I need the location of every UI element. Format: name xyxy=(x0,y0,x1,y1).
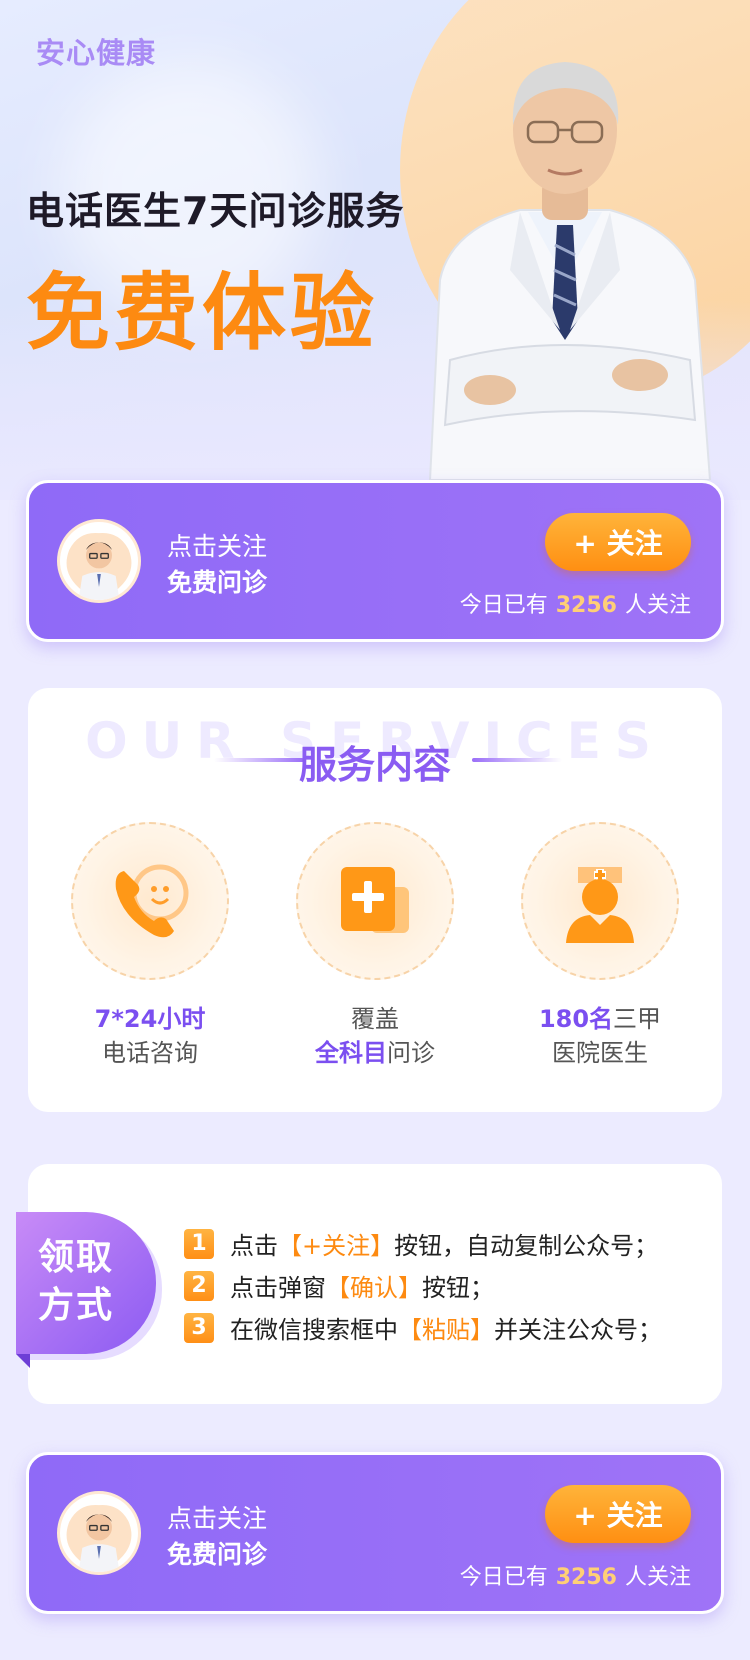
follow-count-suffix: 人关注 xyxy=(624,593,691,618)
hero-title: 免费体验 xyxy=(26,264,379,362)
service-coverage-line2: 问诊 xyxy=(387,1039,435,1067)
claim-step-3: 3 在微信搜索框中 【粘贴】 并关注公众号； xyxy=(184,1310,662,1345)
step-number: 2 xyxy=(184,1270,214,1301)
service-doctors-line1-highlight: 180名 xyxy=(538,1005,614,1033)
step-text: 点击 xyxy=(230,1232,278,1260)
claim-step-2: 2 点击弹窗 【确认】 按钮； xyxy=(184,1268,494,1303)
follow-count-prefix: 今日已有 xyxy=(459,593,548,618)
service-doctors-line1: 三甲 xyxy=(613,1005,662,1033)
follow-count-text: 今日已有 3256 人关注 xyxy=(460,1559,691,1591)
step-highlight: 【+关注】 xyxy=(278,1232,395,1260)
claim-tag: 领取 方式 xyxy=(16,1212,156,1368)
follow-count-suffix: 人关注 xyxy=(624,1565,691,1590)
claim-tag-line2: 方式 xyxy=(38,1285,115,1326)
step-text-end: 按钮，自动复制公众号； xyxy=(394,1232,659,1260)
step-text-end: 并关注公众号； xyxy=(494,1316,662,1344)
nurse-icon xyxy=(566,867,634,943)
follow-button[interactable]: + 关注 xyxy=(545,1485,691,1543)
hero-banner: 安心健康 电话医生7天问诊服务 免费体验 xyxy=(0,0,750,500)
doctor-illustration xyxy=(428,62,712,480)
follow-count-number: 3256 xyxy=(555,1565,617,1590)
services-title: 服务内容 xyxy=(298,743,451,787)
service-item-coverage: 覆盖 全科目问诊 xyxy=(275,822,475,1070)
follow-count-prefix: 今日已有 xyxy=(459,1565,548,1590)
services-card: OUR SERVICES 服务内容 7*24小时 电话咨询 覆盖 全科目问诊 1… xyxy=(28,688,722,1112)
claim-step-1: 1 点击 【+关注】 按钮，自动复制公众号； xyxy=(184,1226,658,1261)
service-phone-line2: 电话咨询 xyxy=(102,1039,198,1067)
step-number: 1 xyxy=(184,1228,214,1259)
follow-line2: 免费问诊 xyxy=(167,1540,268,1569)
service-item-doctors: 180名三甲 医院医生 xyxy=(500,822,700,1070)
follow-card-top: 点击关注 免费问诊 + 关注 今日已有 3256 人关注 xyxy=(26,480,724,642)
step-text: 点击弹窗 xyxy=(230,1274,326,1302)
step-highlight: 【确认】 xyxy=(326,1274,422,1302)
doctor-avatar xyxy=(57,519,141,603)
follow-line2: 免费问诊 xyxy=(167,568,268,597)
follow-count-text: 今日已有 3256 人关注 xyxy=(460,587,691,619)
service-phone-line1-highlight: 7*24小时 xyxy=(94,1005,206,1033)
service-item-phone: 7*24小时 电话咨询 xyxy=(50,822,250,1070)
service-coverage-line2-highlight: 全科目 xyxy=(315,1039,387,1067)
follow-line1: 点击关注 xyxy=(167,1504,268,1533)
step-highlight: 【粘贴】 xyxy=(398,1316,494,1344)
follow-count-number: 3256 xyxy=(555,593,617,618)
follow-card-bottom: 点击关注 免费问诊 + 关注 今日已有 3256 人关注 xyxy=(26,1452,724,1614)
claim-tag-line1: 领取 xyxy=(38,1237,115,1278)
hero-subtitle: 电话医生7天问诊服务 xyxy=(26,189,405,233)
follow-button[interactable]: + 关注 xyxy=(545,513,691,571)
phone-icon xyxy=(115,864,189,938)
service-doctors-line2: 医院医生 xyxy=(552,1039,648,1067)
step-text-end: 按钮； xyxy=(422,1274,494,1302)
step-number: 3 xyxy=(184,1312,214,1343)
doctor-avatar xyxy=(57,1491,141,1575)
service-coverage-line1: 覆盖 xyxy=(351,1005,399,1033)
medical-kit-icon xyxy=(341,867,409,933)
follow-line1: 点击关注 xyxy=(167,532,268,561)
brand-logo: 安心健康 xyxy=(36,36,157,70)
step-text: 在微信搜索框中 xyxy=(230,1316,398,1344)
